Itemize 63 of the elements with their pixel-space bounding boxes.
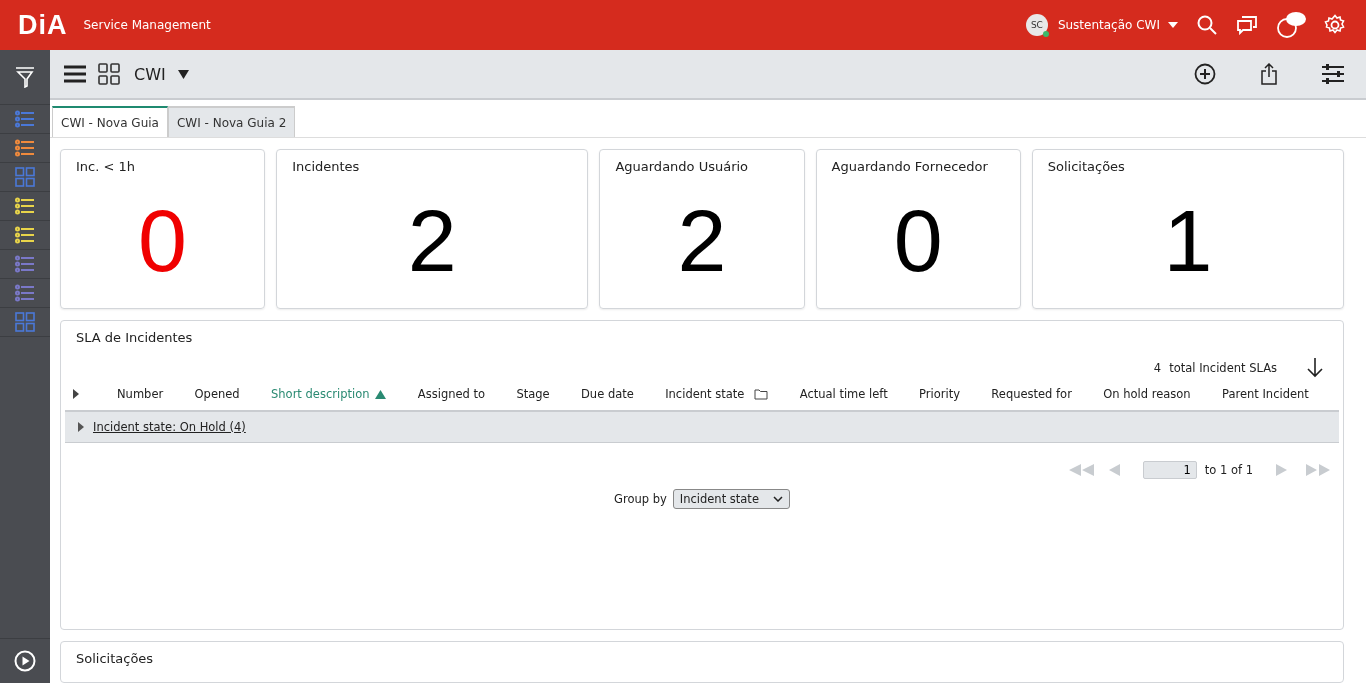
metric-card[interactable]: Aguardando Fornecedor 0 [815,149,1021,309]
column-header[interactable]: Due date [581,387,634,401]
panel-title: Solicitações [75,650,155,668]
column-header[interactable]: Number [117,387,164,401]
column-header[interactable]: Requested for [991,387,1072,401]
card-title: Solicitações [1046,158,1126,176]
user-menu[interactable]: Sustentação CWI [1057,18,1160,32]
metric-value: 0 [138,197,188,285]
card-title: Aguardando Fornecedor [830,158,989,176]
dashboard-name[interactable]: CWI [134,64,166,84]
metric-card[interactable]: Solicitações 1 [1031,149,1344,309]
metric-card[interactable]: Inc. < 1h 0 [60,149,266,309]
list-icon[interactable] [15,226,35,244]
grid-icon[interactable] [98,63,120,85]
chevron-icon [772,496,783,502]
tab[interactable]: CWI - Nova Guia 2 [167,106,296,137]
list-icon[interactable] [15,197,35,215]
dropdown-icon[interactable] [177,69,189,79]
expand-icon[interactable] [73,389,79,399]
page-field[interactable]: 1 [1142,461,1197,479]
filter-icon[interactable] [15,66,35,88]
expand-icon[interactable] [78,422,84,432]
card-title: Inc. < 1h [75,158,137,176]
group-by-label: Group by [614,492,667,506]
sort-icon [375,389,387,399]
logo[interactable]: DiA [18,9,68,41]
metric-value: 0 [893,197,943,285]
share-icon[interactable] [1260,63,1278,85]
metric-value: 1 [1163,197,1213,285]
panel-title: SLA de Incidentes [75,329,194,347]
column-header[interactable]: Stage [516,387,550,401]
play-icon[interactable] [14,650,36,672]
user-avatar[interactable]: SC [1025,14,1048,36]
tab[interactable]: CWI - Nova Guia [52,106,168,137]
chat-icon[interactable] [1236,15,1258,35]
metric-value: 2 [407,197,457,285]
column-header[interactable]: On hold reason [1103,387,1191,401]
column-header[interactable]: Priority [919,387,960,401]
card-title: Incidentes [291,158,361,176]
column-header[interactable]: Short description [271,387,387,401]
page-range: to 1 of 1 [1204,463,1253,477]
metric-card[interactable]: Aguardando Usuário 2 [599,149,805,309]
group-link[interactable]: Incident state: On Hold (4) [93,420,246,434]
metric-value: 2 [677,197,727,285]
product-name: Service Management [83,18,211,32]
total-count: 4 [1153,361,1162,375]
column-header[interactable]: Parent Incident [1222,387,1309,401]
list-icon[interactable] [15,139,35,157]
column-header[interactable]: Incident state [665,387,769,401]
settings-icon[interactable] [1324,14,1346,36]
total-label: total Incident SLAs [1169,361,1277,375]
column-header[interactable]: Opened [194,387,240,401]
sliders-icon[interactable] [1322,64,1344,84]
group-by-select[interactable]: Incident state [672,489,790,509]
card-title: Aguardando Usuário [614,158,750,176]
column-header[interactable]: Assigned to [417,387,486,401]
download-icon[interactable] [1307,358,1323,378]
menu-icon[interactable] [64,65,86,83]
metric-card[interactable]: Incidentes 2 [276,149,589,309]
search-icon[interactable] [1196,14,1218,36]
caret-icon[interactable] [1168,22,1178,28]
add-icon[interactable] [1194,63,1216,85]
column-header[interactable]: Actual time left [799,387,888,401]
